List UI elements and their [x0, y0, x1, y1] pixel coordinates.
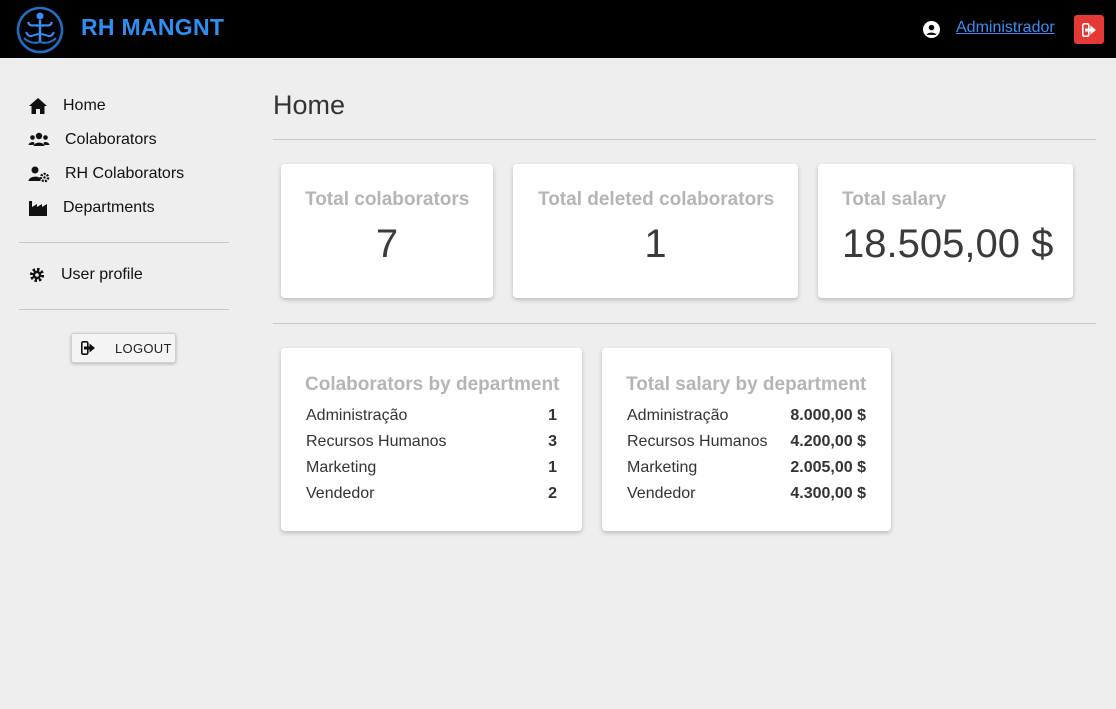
salary-by-department-card: Total salary by department Administração…	[602, 348, 891, 531]
sidebar-item-departments[interactable]: Departments	[28, 196, 155, 220]
gear-icon	[29, 267, 45, 283]
logout-button[interactable]: LOGOUT	[71, 333, 176, 363]
sign-out-icon	[1081, 22, 1096, 37]
list-item: Administração 8.000,00 $	[627, 405, 866, 427]
stat-value: 18.505,00 $	[842, 222, 1054, 266]
title-divider	[273, 139, 1096, 140]
user-cog-icon	[28, 166, 50, 183]
department-name: Administração	[306, 407, 408, 424]
department-salary: 8.000,00 $	[790, 407, 866, 424]
list-item: Vendedor 4.300,00 $	[627, 483, 866, 505]
stat-card-total-colaborators: Total colaborators 7	[281, 164, 493, 298]
department-count: 1	[548, 459, 557, 476]
department-salary: 4.300,00 $	[790, 485, 866, 502]
home-icon	[29, 98, 47, 114]
logout-label: LOGOUT	[115, 340, 172, 356]
sidebar-item-user-profile[interactable]: User profile	[28, 263, 143, 287]
department-name: Vendedor	[627, 485, 696, 502]
stat-card-deleted-colaborators: Total deleted colaborators 1	[513, 164, 798, 298]
department-salary: 4.200,00 $	[790, 433, 866, 450]
page-title: Home	[273, 90, 346, 120]
sign-out-icon	[81, 341, 95, 355]
department-count: 3	[548, 433, 557, 450]
department-name: Marketing	[306, 459, 377, 476]
colaborators-by-department-card: Colaborators by department Administração…	[281, 348, 582, 531]
sidebar-item-rh-colaborators[interactable]: RH Colaborators	[28, 162, 184, 186]
sidebar-divider	[19, 242, 229, 243]
sidebar-item-label: Departments	[63, 199, 155, 216]
stat-title: Total salary	[842, 189, 947, 210]
sidebar-divider	[19, 309, 229, 310]
tree-logo-icon[interactable]	[16, 6, 64, 54]
department-salary: 2.005,00 $	[790, 459, 866, 476]
header-logout-button[interactable]	[1074, 15, 1104, 44]
department-name: Vendedor	[306, 485, 375, 502]
sidebar-item-label: Home	[63, 97, 106, 114]
department-name: Administração	[627, 407, 729, 424]
department-count: 1	[548, 407, 557, 424]
department-name: Marketing	[627, 459, 698, 476]
users-icon	[28, 132, 50, 146]
department-count: 2	[548, 485, 557, 502]
sidebar-item-colaborators[interactable]: Colaborators	[28, 128, 157, 152]
list-item: Administração 1	[306, 405, 557, 427]
card-title: Colaborators by department	[305, 374, 560, 395]
top-navbar: RH MANGNT Administrador	[0, 0, 1116, 58]
user-circle-icon	[923, 21, 940, 38]
stat-value: 7	[375, 222, 399, 266]
sidebar-item-label: Colaborators	[65, 131, 157, 148]
list-item: Recursos Humanos 4.200,00 $	[627, 431, 866, 453]
list-item: Marketing 2.005,00 $	[627, 457, 866, 479]
stat-card-total-salary: Total salary 18.505,00 $	[818, 164, 1073, 298]
stat-title: Total deleted colaborators	[538, 189, 775, 210]
brand-title: RH MANGNT	[81, 14, 225, 40]
stat-title: Total colaborators	[305, 189, 470, 210]
sidebar-item-label: RH Colaborators	[65, 165, 185, 182]
sidebar-item-label: User profile	[61, 266, 143, 283]
department-name: Recursos Humanos	[627, 433, 768, 450]
section-divider	[273, 323, 1096, 324]
sidebar-item-home[interactable]: Home	[28, 94, 106, 118]
list-item: Recursos Humanos 3	[306, 431, 557, 453]
department-name: Recursos Humanos	[306, 433, 447, 450]
list-item: Vendedor 2	[306, 483, 557, 505]
stat-value: 1	[644, 222, 667, 266]
user-name-link[interactable]: Administrador	[956, 19, 1055, 37]
list-item: Marketing 1	[306, 457, 557, 479]
card-title: Total salary by department	[626, 374, 867, 395]
industry-icon	[29, 201, 47, 216]
